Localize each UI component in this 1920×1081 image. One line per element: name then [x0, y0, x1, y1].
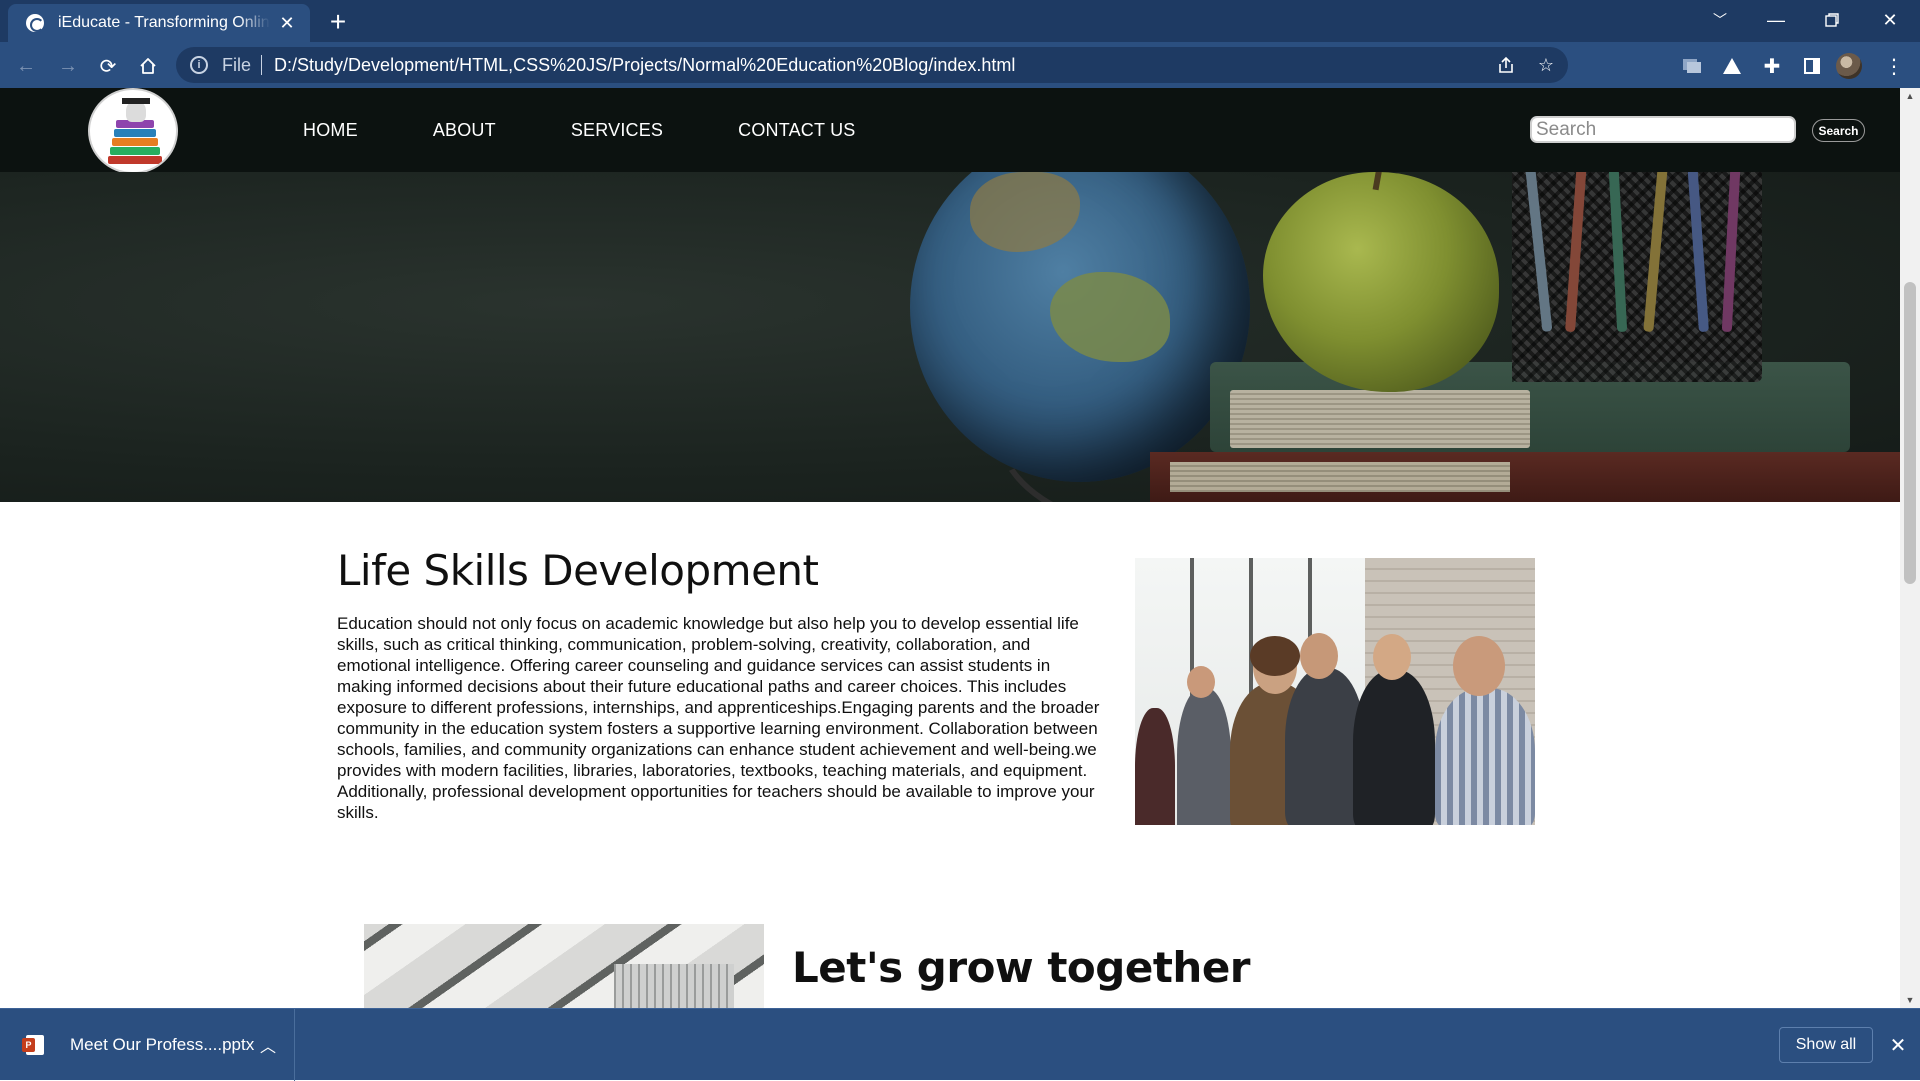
scrollbar-thumb[interactable]	[1904, 282, 1916, 584]
scheme-label: File	[222, 54, 252, 75]
tab-search-chevron-icon[interactable]: ﹀	[1692, 0, 1748, 40]
section-body: Education should not only focus on acade…	[337, 614, 1100, 822]
forward-icon[interactable]: →	[52, 50, 84, 82]
puzzle-icon[interactable]: ✚	[1756, 50, 1788, 82]
site-header: HOME ABOUT SERVICES CONTACT US Search	[0, 88, 1900, 174]
tab-close-icon[interactable]: ✕	[276, 12, 298, 34]
close-window-button[interactable]: ✕	[1862, 0, 1918, 40]
show-all-downloads-button[interactable]: Show all	[1779, 1027, 1873, 1063]
site-logo[interactable]	[88, 88, 178, 174]
address-actions: ☆	[1494, 47, 1558, 83]
drive-icon[interactable]	[1716, 50, 1748, 82]
reload-icon[interactable]: ⟳	[92, 50, 124, 82]
browser-tab-strip: iEducate - Transforming Online Education…	[0, 0, 1920, 42]
download-shelf: Meet Our Profess....pptx ︿ Show all ✕	[0, 1008, 1920, 1081]
profile-avatar[interactable]	[1836, 53, 1862, 79]
chevron-up-icon[interactable]: ︿	[256, 1033, 280, 1057]
people-networking-photo	[1135, 558, 1535, 825]
section-title: Let's grow together	[792, 943, 1251, 992]
scroll-up-arrow-icon[interactable]: ▲	[1900, 88, 1920, 104]
tab-title: iEducate - Transforming Online Education	[58, 14, 270, 31]
restore-button[interactable]	[1804, 0, 1860, 40]
address-separator	[261, 55, 263, 75]
home-icon[interactable]	[132, 50, 164, 82]
nav-home-link[interactable]: HOME	[303, 120, 358, 141]
download-file-name: Meet Our Profess....pptx	[70, 1035, 255, 1054]
powerpoint-file-icon	[22, 1035, 44, 1055]
new-tab-button[interactable]: +	[322, 6, 354, 38]
life-skills-text: Life Skills Development Education should…	[337, 546, 1105, 823]
minimize-button[interactable]: —	[1748, 0, 1804, 40]
browser-toolbar: ← → ⟳ i File D:/Study/Development/HTML,C…	[0, 42, 1920, 88]
back-icon[interactable]: ←	[10, 50, 42, 82]
site-navigation: HOME ABOUT SERVICES CONTACT US	[303, 88, 930, 172]
nav-services-link[interactable]: SERVICES	[571, 120, 663, 141]
nav-contact-link[interactable]: CONTACT US	[738, 120, 855, 141]
menu-icon[interactable]: ⋮	[1878, 50, 1910, 82]
section-title: Life Skills Development	[337, 546, 819, 595]
star-icon[interactable]: ☆	[1534, 53, 1558, 77]
book-stack-image	[1150, 362, 1900, 502]
site-search-input[interactable]	[1530, 116, 1796, 143]
museum-interior-photo	[364, 924, 764, 1008]
browser-tab[interactable]: iEducate - Transforming Online Education…	[8, 4, 310, 42]
share-icon[interactable]	[1494, 53, 1518, 77]
page-scrollbar[interactable]: ▲ ▼	[1900, 88, 1920, 1008]
hero-image	[0, 172, 1900, 502]
globe-favicon-icon	[26, 14, 44, 32]
sidebar-icon[interactable]	[1796, 50, 1828, 82]
site-search-button[interactable]: Search	[1812, 119, 1865, 142]
extension-icon[interactable]	[1676, 50, 1708, 82]
scroll-down-arrow-icon[interactable]: ▼	[1900, 992, 1920, 1008]
info-icon[interactable]: i	[190, 56, 208, 74]
address-bar[interactable]: i File D:/Study/Development/HTML,CSS%20J…	[176, 47, 1568, 83]
close-download-bar-icon[interactable]: ✕	[1884, 1031, 1912, 1059]
nav-about-link[interactable]: ABOUT	[433, 120, 496, 141]
page-viewport: HOME ABOUT SERVICES CONTACT US Search Se…	[0, 88, 1900, 1008]
pencil-cup-image	[1512, 172, 1762, 382]
address-url[interactable]: D:/Study/Development/HTML,CSS%20JS/Proje…	[274, 55, 1015, 76]
download-item[interactable]: Meet Our Profess....pptx	[0, 1009, 295, 1081]
